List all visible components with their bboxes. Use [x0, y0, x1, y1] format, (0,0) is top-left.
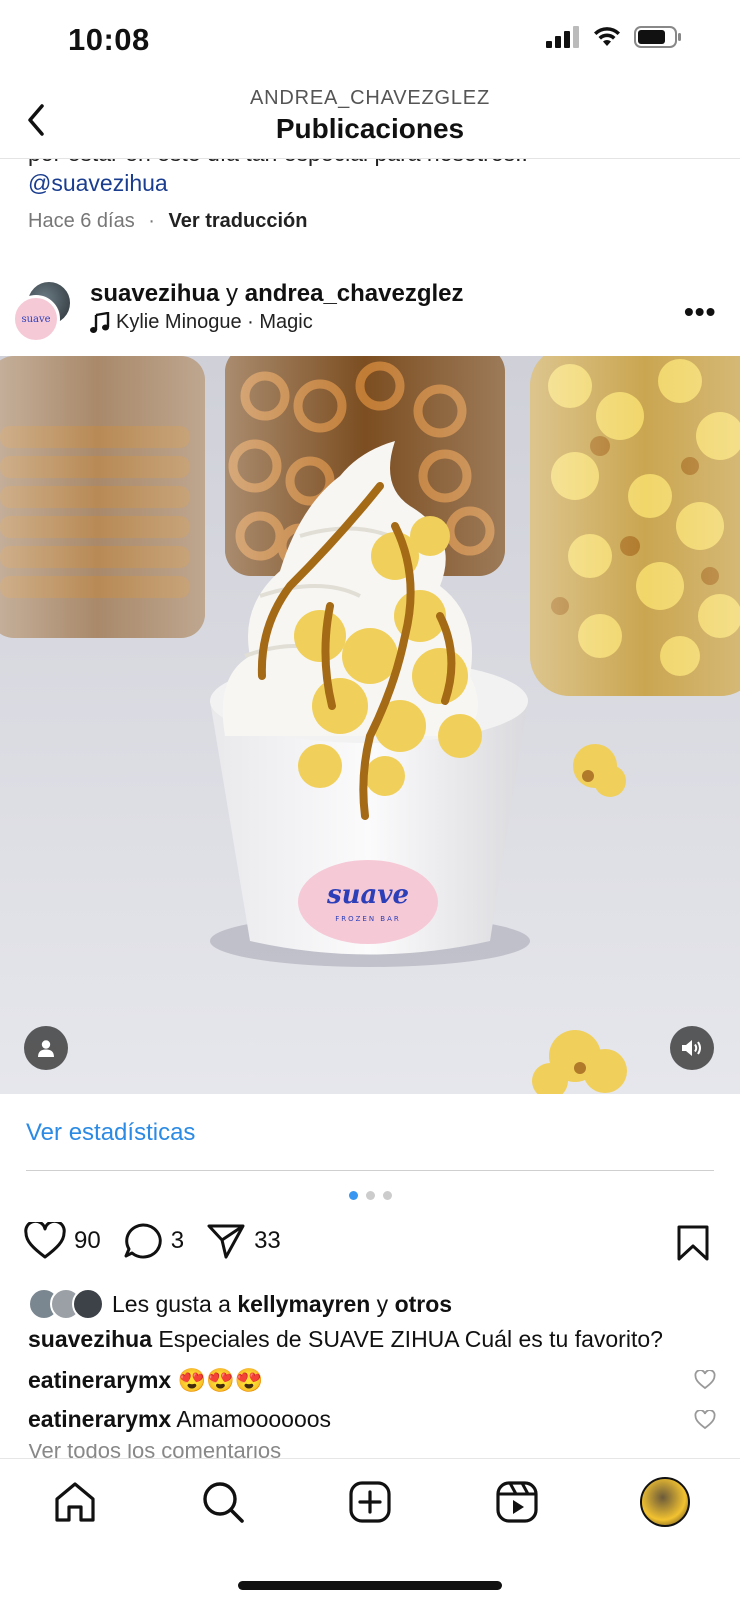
bottom-nav [0, 1458, 740, 1601]
comment-username[interactable]: eatinerarymx [28, 1406, 171, 1432]
view-all-comments-link[interactable]: Ver todos los comentarios [28, 1444, 628, 1458]
comment-row: eatinerarymx Amamoooooos [28, 1406, 331, 1433]
separator: · [148, 210, 155, 232]
bookmark-icon[interactable] [676, 1224, 710, 1262]
create-icon[interactable] [347, 1479, 393, 1525]
divider [26, 1170, 714, 1171]
more-options-icon[interactable]: ••• [684, 296, 716, 328]
comment-icon [124, 1223, 162, 1259]
mute-toggle-button[interactable] [670, 1026, 714, 1070]
search-icon[interactable] [200, 1479, 246, 1525]
liked-by-row[interactable]: Les gusta a kellymayren y otros [28, 1288, 452, 1320]
cup-logo-sub: FROZEN BAR [335, 915, 401, 923]
home-icon[interactable] [52, 1479, 98, 1525]
battery-icon [634, 26, 681, 48]
music-label[interactable]: Kylie Minogue · Magic [90, 311, 313, 334]
post-caption: suavezihua Especiales de SUAVE ZIHUA Cuá… [28, 1326, 663, 1353]
post-photo[interactable]: suave FROZEN BAR [0, 356, 740, 1094]
author-avatar[interactable]: suave [12, 295, 60, 343]
carousel-dot [382, 1191, 392, 1200]
comment-text: 😍😍😍 [171, 1367, 264, 1393]
carousel-dot [365, 1191, 375, 1200]
music-note-icon [90, 311, 110, 333]
comment-username[interactable]: eatinerarymx [28, 1367, 171, 1393]
action-row: 90 3 33 [24, 1222, 303, 1260]
person-icon [38, 1040, 54, 1057]
home-indicator [238, 1581, 502, 1590]
wifi-icon [594, 27, 620, 46]
collaborator-username[interactable]: andrea_chavezglez [245, 280, 464, 307]
liker-avatar [72, 1288, 104, 1320]
status-icons [546, 26, 682, 48]
carousel-dot [348, 1191, 358, 1200]
comment-action[interactable]: 3 [123, 1222, 184, 1260]
share-action[interactable]: 33 [206, 1222, 281, 1260]
post-meta: Hace 6 días · Ver traducción [28, 210, 307, 233]
comment-text: Amamoooooos [171, 1406, 332, 1432]
header-username: ANDREA_CHAVEZGLEZ [250, 87, 490, 109]
author-username[interactable]: suavezihua [90, 280, 219, 307]
like-action[interactable]: 90 [24, 1222, 101, 1260]
comment-like-icon[interactable] [694, 1410, 716, 1430]
translate-link[interactable]: Ver traducción [169, 210, 308, 232]
music-text: Kylie Minogue · Magic [116, 311, 313, 333]
frozen-yogurt-photo: suave FROZEN BAR [0, 356, 740, 1094]
shares-count: 33 [254, 1227, 281, 1254]
time-ago: Hace 6 días [28, 210, 135, 232]
view-insights-link[interactable]: Ver estadísticas [26, 1119, 195, 1147]
page-title: Publicaciones [275, 113, 465, 144]
profile-avatar[interactable] [640, 1477, 690, 1527]
reels-icon[interactable] [494, 1479, 540, 1525]
send-icon [207, 1224, 245, 1259]
comment-like-icon[interactable] [694, 1370, 716, 1390]
liked-by-user[interactable]: kellymayren [237, 1291, 370, 1318]
speaker-icon [682, 1040, 701, 1056]
avatar-logo: suave [21, 313, 51, 325]
comments-count: 3 [170, 1227, 185, 1254]
tagged-people-button[interactable] [24, 1026, 68, 1070]
liked-by-joiner: y [370, 1290, 395, 1317]
author-joiner: y [219, 280, 245, 307]
heart-icon [24, 1222, 66, 1259]
status-time: 10:08 [68, 22, 150, 57]
likes-count: 90 [74, 1227, 101, 1254]
top-header: ANDREA_CHAVEZGLEZ Publicaciones [0, 80, 740, 159]
liked-by-prefix: Les gusta a [112, 1290, 238, 1317]
cup-logo: suave [326, 880, 409, 910]
carousel-indicator [0, 1191, 740, 1200]
mention-link[interactable]: @suavezihua [28, 170, 168, 197]
liker-avatars [28, 1288, 104, 1320]
signal-icon [546, 26, 579, 48]
caption-text: Especiales de SUAVE ZIHUA Cuál es tu fav… [152, 1326, 663, 1352]
caption-username[interactable]: suavezihua [28, 1326, 152, 1352]
post-authors[interactable]: suavezihua y andrea_chavezglez [90, 280, 464, 308]
liked-by-others[interactable]: otros [395, 1291, 453, 1318]
comment-row: eatinerarymx 😍😍😍 [28, 1367, 264, 1394]
